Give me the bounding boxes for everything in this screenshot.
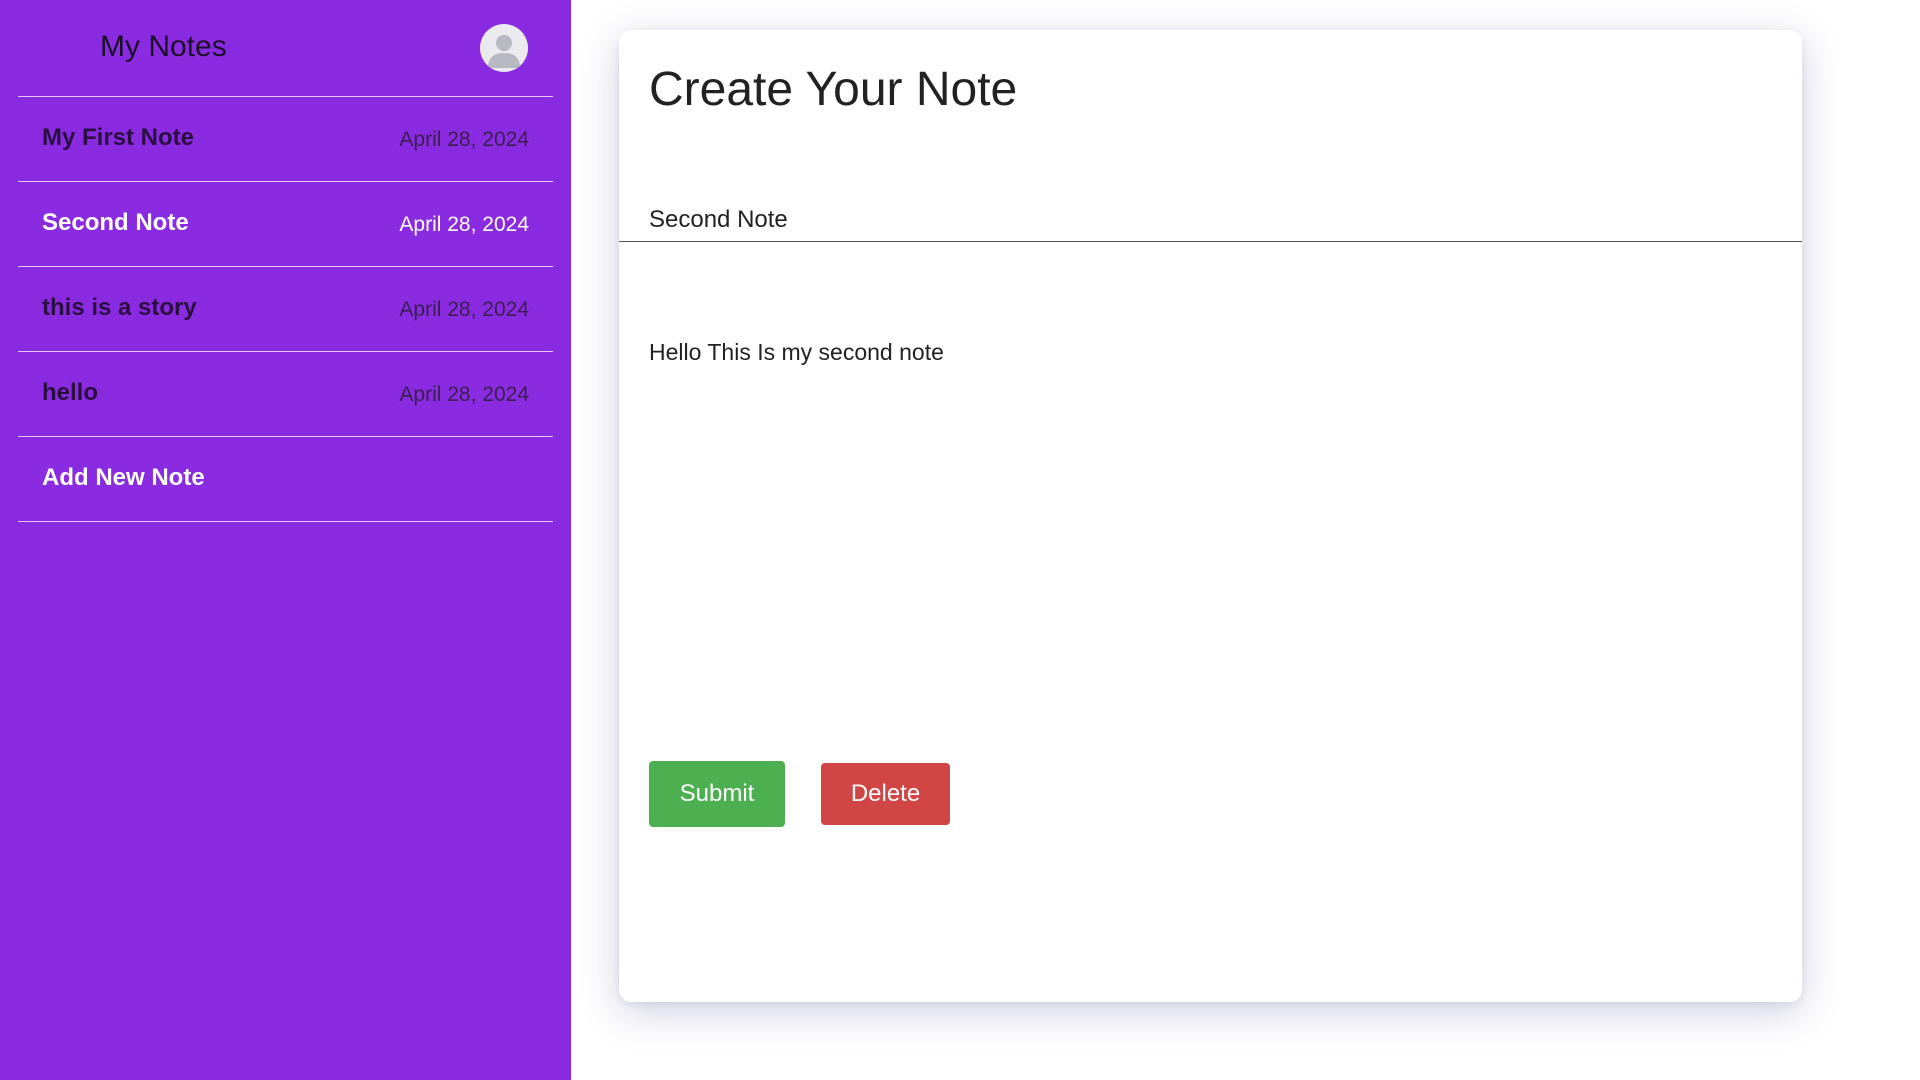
sidebar-header: My Notes: [18, 0, 553, 97]
note-title: this is a story: [42, 294, 197, 321]
note-date: April 28, 2024: [399, 383, 529, 406]
app-title: My Notes: [100, 30, 227, 63]
editor-heading: Create Your Note: [649, 63, 1018, 116]
note-body-textarea[interactable]: Hello This Is my second note: [649, 326, 1769, 726]
sidebar: My Notes My First Note April 28, 2024 Se…: [0, 0, 571, 1080]
note-editor-card: Create Your Note Hello This Is my second…: [619, 30, 1802, 1002]
note-title: My First Note: [42, 124, 195, 151]
note-title: hello: [42, 379, 99, 406]
note-list-item[interactable]: this is a story April 28, 2024: [18, 267, 553, 352]
note-list-item[interactable]: My First Note April 28, 2024: [18, 97, 553, 182]
note-title: Second Note: [42, 209, 189, 236]
note-title-input[interactable]: [619, 198, 1802, 242]
add-new-note-button[interactable]: Add New Note: [18, 437, 553, 522]
note-date: April 28, 2024: [399, 128, 529, 151]
note-date: April 28, 2024: [399, 213, 529, 236]
note-list-item[interactable]: hello April 28, 2024: [18, 352, 553, 437]
delete-button[interactable]: Delete: [821, 763, 950, 825]
user-avatar-icon[interactable]: [480, 24, 528, 72]
add-new-note-label: Add New Note: [42, 464, 205, 491]
submit-button[interactable]: Submit: [649, 761, 785, 827]
note-list-item-active[interactable]: Second Note April 28, 2024: [18, 182, 553, 267]
note-list: My First Note April 28, 2024 Second Note…: [18, 97, 553, 522]
note-date: April 28, 2024: [399, 298, 529, 321]
